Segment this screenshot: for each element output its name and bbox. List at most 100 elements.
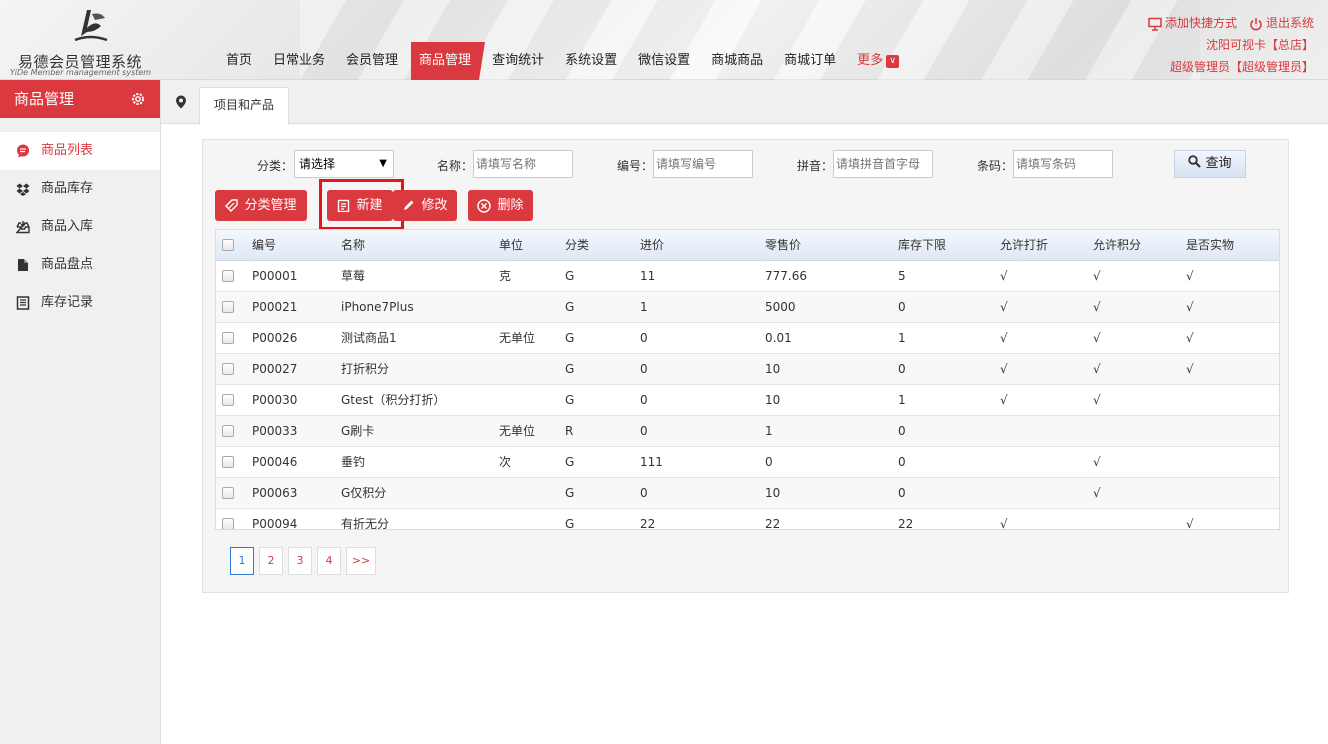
row-checkbox[interactable] [222,487,234,499]
row-checkbox[interactable] [222,301,234,313]
row-checkbox[interactable] [222,332,234,344]
table-row[interactable]: P00030 Gtest（积分打折） G 0 10 1 √ √ [216,384,1279,416]
row-select-cell [216,322,246,354]
edit-button[interactable]: 修改 [393,190,457,221]
filter-bar: 分类： 请选择 ▼ 名称： 编号： 拼音： 条码： 查询 [203,150,1288,180]
table-cell [1087,508,1180,529]
column-header[interactable]: 允许打折 [994,230,1087,261]
sidebar-item-product-stock[interactable]: 商品库存 [0,170,160,208]
table-cell: 0 [634,477,759,509]
row-select-cell [216,353,246,385]
tab-items-products[interactable]: 项目和产品 [199,87,289,125]
table-row[interactable]: P00094 有折无分 G 22 22 22 √ √ [216,508,1279,529]
sidebar-item-product-list[interactable]: 商品列表 [0,132,160,170]
nav-item-home[interactable]: 首页 [218,42,260,80]
select-all-checkbox[interactable] [222,239,234,252]
column-header[interactable]: 库存下限 [892,230,994,261]
logout-link[interactable]: 退出系统 [1249,12,1314,34]
table-cell: iPhone7Plus [335,291,493,323]
column-header[interactable]: 零售价 [759,230,892,261]
column-header[interactable]: 允许积分 [1087,230,1180,261]
page-button[interactable]: 4 [317,547,341,575]
name-input[interactable] [473,150,573,178]
code-label: 编号： [617,159,654,173]
close-circle-icon [477,198,492,213]
column-header[interactable]: 名称 [335,230,493,261]
product-table: 编号 名称 单位 分类 进价 零售价 库存下限 允许打折 允许积分 是否实物 P… [215,229,1280,530]
select-all-cell [216,230,246,261]
sidebar-item-stock-records[interactable]: 库存记录 [0,284,160,322]
category-select-value: 请选择 [299,157,336,171]
column-header[interactable]: 是否实物 [1180,230,1279,261]
table-cell [994,477,1087,509]
row-checkbox[interactable] [222,394,234,406]
table-cell: 无单位 [493,322,559,354]
sidebar-item-label: 库存记录 [41,295,94,310]
table-cell: P00094 [246,508,335,529]
row-checkbox[interactable] [222,363,234,375]
table-cell [493,291,559,323]
table-row[interactable]: P00021 iPhone7Plus G 1 5000 0 √ √ √ [216,291,1279,323]
table-cell: 111 [634,446,759,478]
nav-item-mall-products[interactable]: 商城商品 [703,42,771,80]
category-manage-label: 分类管理 [244,198,297,213]
category-manage-button[interactable]: 分类管理 [215,190,307,221]
table-row[interactable]: P00026 测试商品1 无单位 G 0 0.01 1 √ √ √ [216,322,1279,354]
table-row[interactable]: P00001 草莓克 G 11 777.66 5 √ √ √ [216,260,1279,292]
table-cell [994,415,1087,447]
table-cell: 1 [892,322,994,354]
nav-item-stats[interactable]: 查询统计 [484,42,552,80]
page-button[interactable]: 3 [288,547,312,575]
column-header[interactable]: 进价 [634,230,759,261]
table-row[interactable]: P00027 打折积分 G 0 10 0 √ √ √ [216,353,1279,385]
book-icon [16,296,30,310]
nav-item-members[interactable]: 会员管理 [338,42,406,80]
nav-item-daily[interactable]: 日常业务 [265,42,333,80]
table-cell [493,353,559,385]
page-button[interactable]: 2 [259,547,283,575]
table-cell: 0 [634,322,759,354]
row-checkbox[interactable] [222,456,234,468]
column-header[interactable]: 分类 [559,230,634,261]
table-row[interactable]: P00033 G刷卡 无单位 R 0 1 0 [216,415,1279,447]
column-header[interactable]: 单位 [493,230,559,261]
table-row[interactable]: P00046 垂钓次 G 111 0 0 √ [216,446,1279,478]
pinyin-input[interactable] [833,150,933,178]
table-cell [1180,446,1279,478]
table-cell: P00030 [246,384,335,416]
nav-item-settings[interactable]: 系统设置 [557,42,625,80]
table-cell: 0 [634,353,759,385]
table-cell: 克 [493,260,559,292]
barcode-input[interactable] [1013,150,1113,178]
dropbox-icon [16,183,30,196]
table-cell: √ [1180,291,1279,323]
nav-item-products[interactable]: 商品管理 [411,42,486,80]
row-select-cell [216,384,246,416]
page-button[interactable]: 1 [230,547,254,575]
table-cell: 1 [892,384,994,416]
next-page-button[interactable]: >> [346,547,376,575]
sidebar-item-stocktake[interactable]: 商品盘点 [0,246,160,284]
category-select[interactable]: 请选择 ▼ [294,150,394,178]
add-shortcut-link[interactable]: 添加快捷方式 [1148,12,1237,34]
row-checkbox[interactable] [222,425,234,437]
query-button[interactable]: 查询 [1174,150,1246,178]
row-checkbox[interactable] [222,518,234,529]
sidebar-item-stock-in[interactable]: 商品入库 [0,208,160,246]
app-logo[interactable]: 易德会员管理系统 YiDe Member management system [10,4,160,77]
code-input[interactable] [653,150,753,178]
user-role[interactable]: 超级管理员【超级管理员】 [1148,56,1314,78]
gear-icon[interactable] [130,91,146,107]
nav-more[interactable]: 更多 ∨ [849,42,907,80]
table-cell: Gtest（积分打折） [335,384,493,416]
nav-item-wechat[interactable]: 微信设置 [630,42,698,80]
row-checkbox[interactable] [222,270,234,282]
table-cell: 22 [759,508,892,529]
table-row[interactable]: P00063 G仅积分 G 0 10 0 √ [216,477,1279,509]
table-cell [1180,384,1279,416]
delete-button[interactable]: 删除 [468,190,533,221]
store-name[interactable]: 沈阳可视卡【总店】 [1148,34,1314,56]
nav-item-mall-orders[interactable]: 商城订单 [776,42,844,80]
column-header[interactable]: 编号 [246,230,335,261]
search-icon [1188,155,1202,168]
